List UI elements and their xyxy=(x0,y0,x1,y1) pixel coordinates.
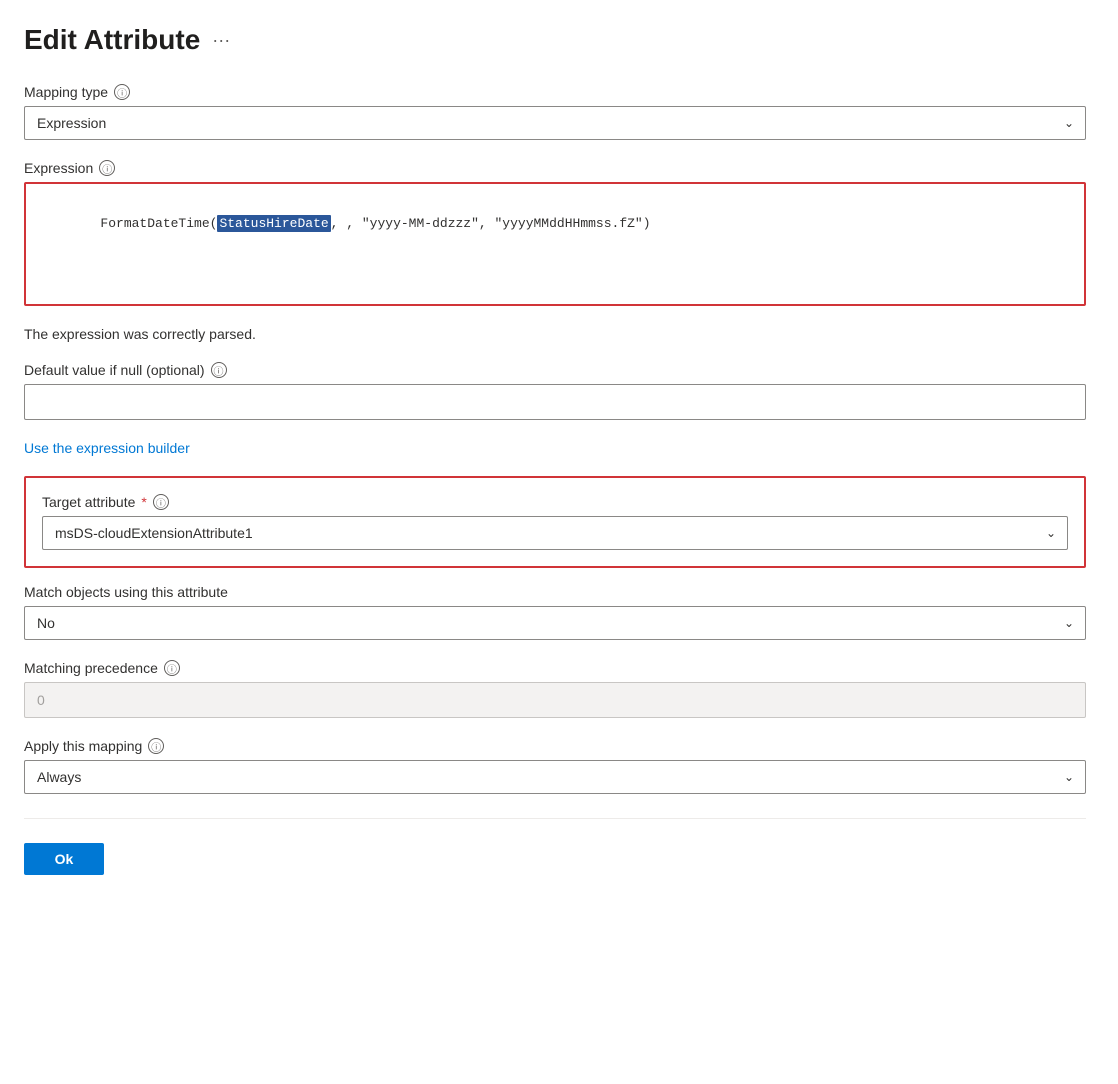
default-value-label: Default value if null (optional) xyxy=(24,362,205,378)
ok-button[interactable]: Ok xyxy=(24,843,104,875)
ellipsis-icon: ··· xyxy=(212,30,230,51)
expression-display[interactable]: FormatDateTime(StatusHireDate, , "yyyy-M… xyxy=(26,184,1084,304)
expression-prefix: FormatDateTime( xyxy=(100,216,217,231)
matching-precedence-label-row: Matching precedence ⓘ xyxy=(24,660,1086,676)
expression-info-icon[interactable]: ⓘ xyxy=(99,160,115,176)
mapping-type-label: Mapping type xyxy=(24,84,108,100)
apply-mapping-select[interactable]: Always Only during object creation Only … xyxy=(24,760,1086,794)
expression-builder-link[interactable]: Use the expression builder xyxy=(24,440,190,456)
required-star: * xyxy=(141,494,146,510)
header-row: Edit Attribute ··· xyxy=(24,24,1086,56)
mapping-type-select[interactable]: Expression Direct Constant None xyxy=(24,106,1086,140)
matching-precedence-info-icon[interactable]: ⓘ xyxy=(164,660,180,676)
divider xyxy=(24,818,1086,819)
target-attribute-select[interactable]: msDS-cloudExtensionAttribute1 msDS-cloud… xyxy=(42,516,1068,550)
target-attribute-section: Target attribute * ⓘ msDS-cloudExtension… xyxy=(24,476,1086,568)
matching-precedence-label: Matching precedence xyxy=(24,660,158,676)
matching-precedence-section: Matching precedence ⓘ xyxy=(24,660,1086,718)
apply-mapping-info-icon[interactable]: ⓘ xyxy=(148,738,164,754)
target-attribute-label-row: Target attribute * ⓘ xyxy=(42,494,1068,510)
expression-label-row: Expression ⓘ xyxy=(24,160,1086,176)
default-value-info-icon[interactable]: ⓘ xyxy=(211,362,227,378)
default-value-input[interactable] xyxy=(24,384,1086,420)
mapping-type-label-row: Mapping type ⓘ xyxy=(24,84,1086,100)
apply-mapping-dropdown-wrapper: Always Only during object creation Only … xyxy=(24,760,1086,794)
target-attribute-label: Target attribute xyxy=(42,494,135,510)
page-title: Edit Attribute xyxy=(24,24,200,56)
match-objects-label-row: Match objects using this attribute xyxy=(24,584,1086,600)
mapping-type-dropdown-wrapper: Expression Direct Constant None ⌄ xyxy=(24,106,1086,140)
match-objects-section: Match objects using this attribute No Ye… xyxy=(24,584,1086,640)
expression-label: Expression xyxy=(24,160,93,176)
more-options-button[interactable]: ··· xyxy=(208,26,234,55)
mapping-type-info-icon[interactable]: ⓘ xyxy=(114,84,130,100)
apply-mapping-label-row: Apply this mapping ⓘ xyxy=(24,738,1086,754)
expression-input-wrapper: FormatDateTime(StatusHireDate, , "yyyy-M… xyxy=(24,182,1086,306)
mapping-type-section: Mapping type ⓘ Expression Direct Constan… xyxy=(24,84,1086,140)
default-value-section: Default value if null (optional) ⓘ xyxy=(24,362,1086,420)
target-attribute-dropdown-wrapper: msDS-cloudExtensionAttribute1 msDS-cloud… xyxy=(42,516,1068,550)
matching-precedence-input xyxy=(24,682,1086,718)
expression-section: Expression ⓘ FormatDateTime(StatusHireDa… xyxy=(24,160,1086,306)
expression-token: StatusHireDate xyxy=(217,215,330,232)
page-container: Edit Attribute ··· Mapping type ⓘ Expres… xyxy=(0,0,1118,907)
match-objects-dropdown-wrapper: No Yes ⌄ xyxy=(24,606,1086,640)
parsed-message: The expression was correctly parsed. xyxy=(24,326,1086,342)
match-objects-label: Match objects using this attribute xyxy=(24,584,228,600)
target-attribute-info-icon[interactable]: ⓘ xyxy=(153,494,169,510)
match-objects-select[interactable]: No Yes xyxy=(24,606,1086,640)
apply-mapping-section: Apply this mapping ⓘ Always Only during … xyxy=(24,738,1086,794)
default-value-label-row: Default value if null (optional) ⓘ xyxy=(24,362,1086,378)
expression-suffix: , , "yyyy-MM-ddzzz", "yyyyMMddHHmmss.fZ"… xyxy=(331,216,651,231)
apply-mapping-label: Apply this mapping xyxy=(24,738,142,754)
